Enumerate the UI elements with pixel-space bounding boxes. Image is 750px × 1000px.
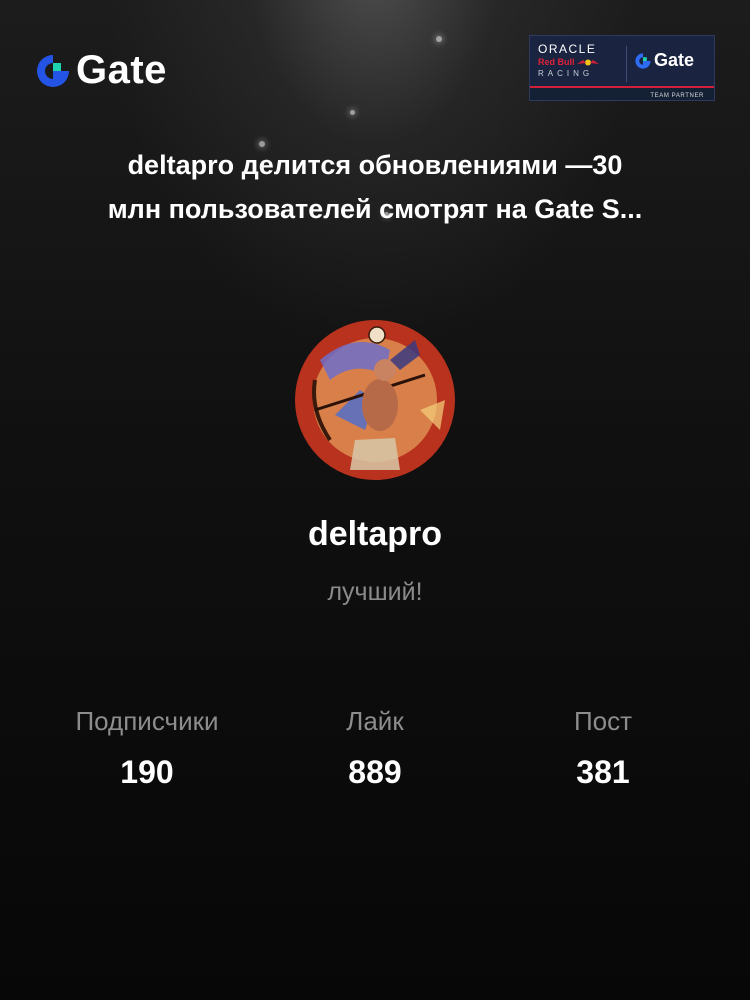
partner-gate-text: Gate <box>654 50 695 70</box>
sparkle-decoration <box>350 110 355 115</box>
stat-value: 381 <box>576 754 630 790</box>
team-partner-bar: TEAM PARTNER <box>530 86 714 100</box>
gate-logo-icon <box>635 52 651 69</box>
gate-logo: Gate <box>34 48 167 93</box>
headline-line-1: deltapro делится обновлениями —30 <box>127 150 623 180</box>
stat-label: Лайк <box>346 706 404 736</box>
stat-value: 889 <box>348 754 402 790</box>
stat-value: 190 <box>120 754 174 790</box>
stat-label: Подписчики <box>75 706 219 736</box>
stat-label: Пост <box>573 706 633 736</box>
archer-illustration-icon <box>295 320 455 480</box>
partner-divider <box>626 46 627 82</box>
sparkle-decoration <box>436 36 442 42</box>
logo-text: Gate <box>76 48 167 92</box>
stat-likes[interactable]: Лайк 889 <box>250 704 500 792</box>
bull-icon <box>577 59 600 66</box>
headline-line-2: млн пользователей смотрят на Gate S... <box>107 194 643 224</box>
partner-badge: ORACLE Red Bull RACING Gate TEAM PARTNER <box>529 35 715 101</box>
racing-label: RACING <box>538 69 594 78</box>
gate-logo-icon <box>37 54 69 87</box>
stat-posts[interactable]: Пост 381 <box>478 704 728 792</box>
team-partner-label: TEAM PARTNER <box>650 93 704 99</box>
oracle-label: ORACLE <box>538 42 597 56</box>
partner-gate-logo: Gate <box>634 50 694 71</box>
avatar[interactable] <box>295 320 455 480</box>
stat-followers[interactable]: Подписчики 190 <box>22 704 272 792</box>
headline: deltapro делится обновлениями —30 млн по… <box>40 143 710 231</box>
red-bull-label: Red Bull <box>538 56 620 68</box>
username: deltapro <box>307 515 443 553</box>
user-bio: лучший! <box>327 578 423 606</box>
